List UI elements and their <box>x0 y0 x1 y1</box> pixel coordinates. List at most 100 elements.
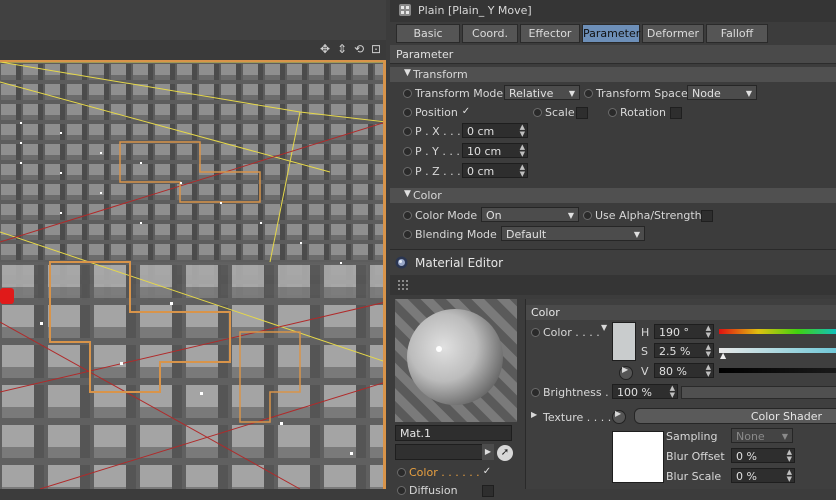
sampling-label: Sampling <box>666 430 718 443</box>
pz-field[interactable]: 0 cm ▲ ▼ <box>462 163 528 178</box>
tab-falloff[interactable]: Falloff <box>706 24 768 43</box>
dropdown-arrow-icon: ▼ <box>781 432 788 441</box>
color-anim-dot[interactable] <box>531 328 540 337</box>
s-value: 2.5 % <box>659 345 691 358</box>
spinner-icon[interactable]: ▲ ▼ <box>706 344 711 358</box>
viewport-scene[interactable] <box>0 62 386 489</box>
spinner-icon[interactable]: ▲ ▼ <box>787 469 792 483</box>
color-mode-anim-dot[interactable] <box>403 211 412 220</box>
blending-mode-anim-dot[interactable] <box>403 230 412 239</box>
brightness-anim-dot[interactable] <box>531 388 540 397</box>
spinner-icon[interactable]: ▲ ▼ <box>706 325 711 339</box>
material-name-field[interactable]: Mat.1 <box>395 425 512 441</box>
texture-shader-label: Color Shader <box>750 410 822 423</box>
brightness-field[interactable]: 100 % ▲ ▼ <box>612 384 678 399</box>
grip-icon[interactable] <box>398 280 408 290</box>
color-swatch[interactable] <box>612 322 636 361</box>
rotate-view-icon[interactable]: ⟲ <box>352 41 366 57</box>
tab-parameter[interactable]: Parameter <box>582 24 640 43</box>
viewport-toolbar: ✥ ⇕ ⟲ ⊡ <box>0 40 386 62</box>
channel-color-dot[interactable] <box>397 468 406 477</box>
saturation-gradient-slider[interactable] <box>719 348 836 353</box>
pz-row: P . Z . . . . 0 cm ▲ ▼ <box>390 163 836 181</box>
transform-space-label: Transform Space <box>596 87 688 100</box>
color-group-header[interactable]: ▼ Color <box>390 188 836 203</box>
transform-mode-dropdown[interactable]: Relative ▼ <box>504 85 580 100</box>
position-anim-dot[interactable] <box>403 108 412 117</box>
v-field[interactable]: 80 % ▲ ▼ <box>654 363 714 378</box>
blur-scale-field[interactable]: 0 % ▲ ▼ <box>731 468 795 483</box>
tab-coord[interactable]: Coord. <box>462 24 518 43</box>
pz-anim-dot[interactable] <box>403 167 412 176</box>
play-triangle-icon: ▶ <box>615 409 622 418</box>
channel-diffusion-dot[interactable] <box>397 486 406 495</box>
h-value: 190 ° <box>659 326 689 339</box>
color-mode-dropdown[interactable]: On ▼ <box>481 207 579 222</box>
texture-preview[interactable] <box>612 431 664 483</box>
transform-group-title: Transform <box>413 68 468 81</box>
scale-checkbox[interactable] <box>576 107 588 119</box>
material-preview[interactable] <box>395 299 517 422</box>
dolly-view-icon[interactable]: ⇕ <box>335 41 349 57</box>
pick-cursor-icon[interactable]: ➚ <box>497 445 513 461</box>
brightness-value: 100 % <box>617 386 652 399</box>
px-anim-dot[interactable] <box>403 127 412 136</box>
py-value: 10 cm <box>467 145 502 158</box>
scale-anim-dot[interactable] <box>533 108 542 117</box>
tab-effector[interactable]: Effector <box>520 24 580 43</box>
transform-space-anim-dot[interactable] <box>584 89 593 98</box>
py-row: P . Y . . . . 10 cm ▲ ▼ <box>390 143 836 161</box>
spinner-icon[interactable]: ▲ ▼ <box>787 449 792 463</box>
rotation-anim-dot[interactable] <box>608 108 617 117</box>
spinner-icon[interactable]: ▲ ▼ <box>520 144 525 158</box>
py-anim-dot[interactable] <box>403 147 412 156</box>
viewport[interactable]: ✥ ⇕ ⟲ ⊡ <box>0 0 386 489</box>
h-label: H <box>641 326 650 339</box>
spinner-icon[interactable]: ▲ ▼ <box>520 124 525 138</box>
channel-item-diffusion[interactable]: Diffusion <box>390 482 520 500</box>
px-value: 0 cm <box>467 125 495 138</box>
s-field[interactable]: 2.5 % ▲ ▼ <box>654 343 714 358</box>
rotation-checkbox[interactable] <box>670 107 682 119</box>
channel-item-color[interactable]: Color . . . . . . ✓ <box>390 464 520 482</box>
axis-handle-red[interactable] <box>0 288 14 304</box>
texture-expand-icon[interactable]: ▶ <box>531 410 537 419</box>
dropdown-arrow-icon: ▼ <box>633 230 640 239</box>
channel-arrow-icon[interactable]: ▶ <box>482 444 494 460</box>
tab-basic[interactable]: Basic <box>396 24 460 43</box>
transform-mode-anim-dot[interactable] <box>403 89 412 98</box>
blur-offset-field[interactable]: 0 % ▲ ▼ <box>731 448 795 463</box>
value-gradient-slider[interactable] <box>719 368 836 373</box>
channel-selector[interactable] <box>395 444 490 460</box>
h-field[interactable]: 190 ° ▲ ▼ <box>654 324 714 339</box>
section-title: Parameter <box>396 48 454 61</box>
use-alpha-checkbox[interactable] <box>701 210 713 222</box>
viewport-top-strip <box>0 0 386 40</box>
spinner-icon[interactable]: ▲ ▼ <box>670 385 675 399</box>
channel-color-checkbox[interactable]: ✓ <box>482 467 492 477</box>
saturation-slider-handle-icon[interactable]: ▲ <box>720 351 726 360</box>
tab-deformer[interactable]: Deformer <box>642 24 704 43</box>
transform-space-dropdown[interactable]: Node ▼ <box>687 85 757 100</box>
move-view-icon[interactable]: ✥ <box>318 41 332 57</box>
color-options-arrow-icon[interactable]: ▼ <box>601 323 607 332</box>
blending-mode-label: Blending Mode <box>415 228 497 241</box>
use-alpha-anim-dot[interactable] <box>583 211 592 220</box>
blending-mode-dropdown[interactable]: Default ▼ <box>501 226 645 241</box>
hue-gradient-slider[interactable] <box>719 329 836 334</box>
texture-shader-button[interactable]: Color Shader <box>634 408 836 424</box>
transform-group-header[interactable]: ▼ Transform <box>390 67 836 82</box>
sampling-dropdown[interactable]: None ▼ <box>731 428 793 443</box>
blending-mode-value: Default <box>506 228 547 241</box>
py-label: P . Y . . . . <box>415 145 467 158</box>
s-label: S <box>641 345 648 358</box>
spinner-icon[interactable]: ▲ ▼ <box>520 164 525 178</box>
py-field[interactable]: 10 cm ▲ ▼ <box>462 143 528 158</box>
channel-diffusion-checkbox[interactable] <box>482 485 494 497</box>
brightness-slider[interactable] <box>681 386 836 399</box>
spinner-icon[interactable]: ▲ ▼ <box>706 364 711 378</box>
px-field[interactable]: 0 cm ▲ ▼ <box>462 123 528 138</box>
position-checkbox[interactable]: ✓ <box>461 107 471 117</box>
maximize-view-icon[interactable]: ⊡ <box>369 41 383 57</box>
attribute-header: Plain [Plain_ Y Move] <box>390 0 836 22</box>
